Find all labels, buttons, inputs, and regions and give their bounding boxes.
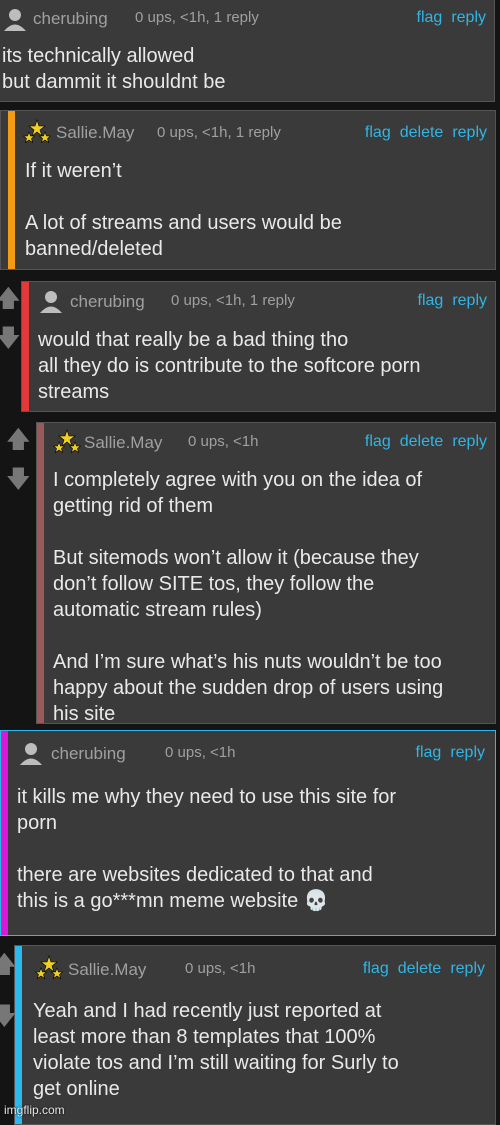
comment-meta: 0 ups, <1h, 1 reply <box>135 9 259 26</box>
username[interactable]: cherubing <box>51 744 126 764</box>
comment-actions: flag delete reply <box>356 433 487 451</box>
comment-3: cherubing 0 ups, <1h, 1 reply flag reply … <box>21 281 496 412</box>
user-icon <box>20 743 42 765</box>
comment-actions: flag delete reply <box>356 124 487 142</box>
comment-1: cherubing 0 ups, <1h, 1 reply flag reply … <box>0 0 495 102</box>
reply-link[interactable]: reply <box>451 9 486 26</box>
arrow-down-icon[interactable]: 🡇 <box>0 1004 17 1030</box>
username[interactable]: Sallie.May <box>68 960 146 980</box>
thread-bar <box>8 111 15 269</box>
watermark: imgflip.com <box>4 1103 65 1117</box>
flag-link[interactable]: flag <box>417 9 443 26</box>
reply-link[interactable]: reply <box>452 124 487 141</box>
comment-body: its technically allowed but dammit it sh… <box>2 45 226 93</box>
username[interactable]: cherubing <box>33 9 108 29</box>
arrow-up-icon[interactable]: 🡅 <box>6 427 31 453</box>
reply-link[interactable]: reply <box>450 744 485 761</box>
user-icon <box>40 291 62 313</box>
arrow-down-icon[interactable]: 🡇 <box>0 326 21 352</box>
comment-meta: 0 ups, <1h <box>185 960 256 977</box>
comment-body: Yeah and I had recently just reported at… <box>33 1000 399 1100</box>
comment-meta: 0 ups, <1h, 1 reply <box>171 292 295 309</box>
flag-link[interactable]: flag <box>365 124 391 141</box>
delete-link[interactable]: delete <box>398 960 442 977</box>
user-icon <box>4 9 26 31</box>
delete-link[interactable]: delete <box>400 433 444 450</box>
flag-link[interactable]: flag <box>416 744 442 761</box>
flag-link[interactable]: flag <box>363 960 389 977</box>
comment-4: Sallie.May 0 ups, <1h flag delete reply I … <box>36 422 496 725</box>
flag-link[interactable]: flag <box>365 433 391 450</box>
reply-link[interactable]: reply <box>450 960 485 977</box>
comment-6: Sallie.May 0 ups, <1h flag delete reply Ye… <box>14 945 496 1125</box>
comment-body: If it weren’t A lot of streams and users… <box>25 160 342 260</box>
username[interactable]: Sallie.May <box>56 123 134 143</box>
thread-bar <box>1 731 8 935</box>
comment-actions: flag reply <box>407 744 485 762</box>
comment-5: cherubing 0 ups, <1h flag reply it kills … <box>0 730 496 936</box>
star-badge-icon <box>53 429 81 454</box>
arrow-up-icon[interactable]: 🡅 <box>0 952 17 978</box>
comment-meta: 0 ups, <1h, 1 reply <box>157 124 281 141</box>
comment-2: Sallie.May 0 ups, <1h, 1 reply flag delet… <box>0 110 496 270</box>
comment-actions: flag reply <box>408 9 486 27</box>
username[interactable]: cherubing <box>70 292 145 312</box>
skull-emoji: 💀 <box>303 890 329 912</box>
comment-meta: 0 ups, <1h <box>165 744 236 761</box>
star-badge-icon <box>35 955 63 980</box>
comment-actions: flag delete reply <box>354 960 485 978</box>
arrow-up-icon[interactable]: 🡅 <box>0 286 21 312</box>
comment-text: it kills me why they need to use this si… <box>17 786 397 912</box>
comment-meta: 0 ups, <1h <box>188 433 259 450</box>
thread-bar <box>22 282 29 411</box>
comment-actions: flag reply <box>409 292 487 310</box>
thread-bar <box>37 423 44 723</box>
comment-body: would that really be a bad thing tho all… <box>38 329 421 403</box>
delete-link[interactable]: delete <box>400 124 444 141</box>
comment-body: it kills me why they need to use this si… <box>17 784 396 914</box>
comment-body: I completely agree with you on the idea … <box>53 469 444 725</box>
star-badge-icon <box>23 119 51 144</box>
reply-link[interactable]: reply <box>452 433 487 450</box>
reply-link[interactable]: reply <box>452 292 487 309</box>
flag-link[interactable]: flag <box>418 292 444 309</box>
username[interactable]: Sallie.May <box>84 433 162 453</box>
arrow-down-icon[interactable]: 🡇 <box>6 467 31 493</box>
